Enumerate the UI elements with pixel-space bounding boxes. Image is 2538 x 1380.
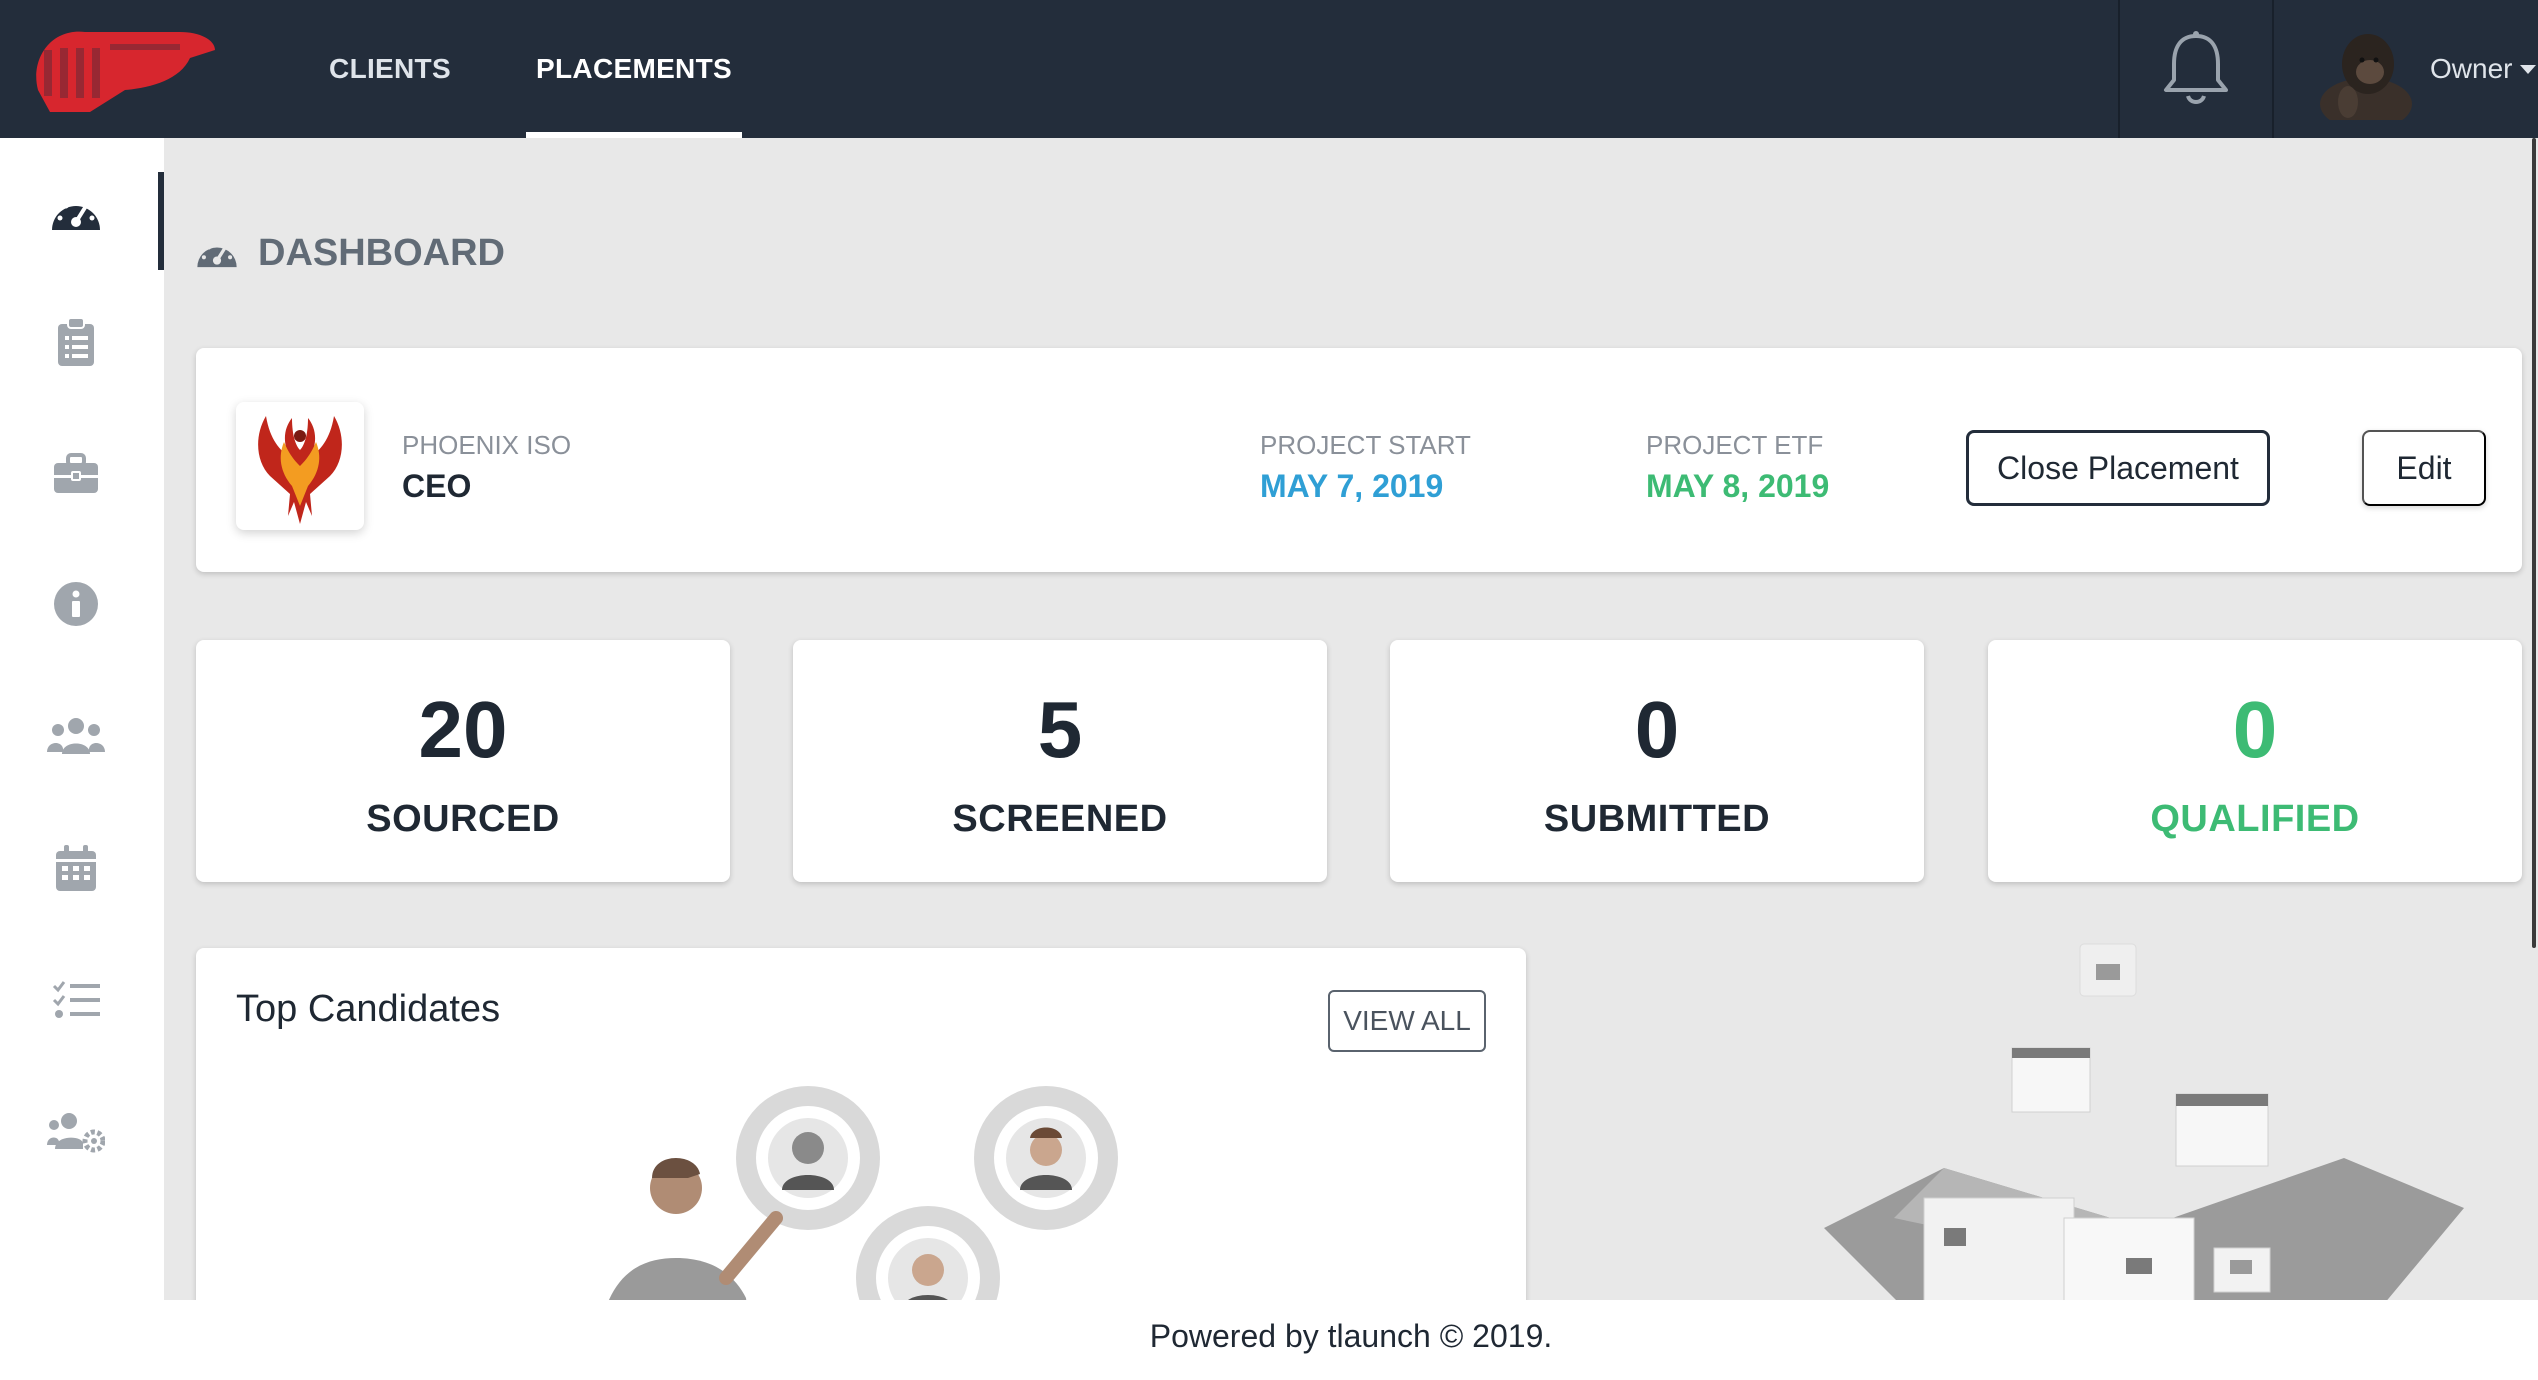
footer-text: Powered by tlaunch © 2019. (1149, 1318, 1553, 1354)
open-box-illustration (1824, 943, 2464, 1300)
dashboard-gauge-icon (197, 241, 237, 267)
top-navbar: CLIENTS PLACEMENTS Owner (0, 0, 2538, 138)
edit-button[interactable]: Edit (2362, 430, 2486, 506)
page-title: DASHBOARD (194, 232, 505, 275)
stat-label: SCREENED (952, 798, 1168, 840)
stat-value: 20 (418, 685, 508, 774)
nav-tab-clients[interactable]: CLIENTS (300, 0, 480, 138)
users-cog-icon (47, 1113, 105, 1153)
stat-value: 5 (1037, 685, 1083, 774)
brand-logo[interactable] (30, 20, 220, 120)
company-name: PHOENIX ISO (402, 430, 572, 460)
project-start-label: PROJECT START (1260, 430, 1471, 460)
stat-value: 0 (1634, 685, 1680, 774)
view-all-button[interactable]: VIEW ALL (1328, 990, 1486, 1052)
stat-card-qualified[interactable]: 0 QUALIFIED (1988, 640, 2522, 882)
close-placement-button[interactable]: Close Placement (1966, 430, 2270, 506)
chevron-down-icon[interactable] (2520, 65, 2536, 74)
sidebar-item-calendar[interactable] (44, 836, 108, 900)
sidebar (0, 138, 164, 1300)
page-title-text: DASHBOARD (258, 232, 505, 274)
nav-tab-placements[interactable]: PLACEMENTS (526, 0, 742, 138)
navbar-divider (2118, 0, 2120, 138)
top-candidates-card: Top Candidates VIEW ALL (196, 948, 1526, 1300)
stat-card-sourced[interactable]: 20 SOURCED (196, 640, 730, 882)
sidebar-item-user-settings[interactable] (44, 1100, 108, 1164)
company-logo (236, 402, 364, 530)
sidebar-item-tasks[interactable] (44, 968, 108, 1032)
dashboard-gauge-icon (52, 199, 100, 230)
placement-role: CEO (402, 468, 472, 504)
top-candidates-title: Top Candidates (236, 988, 501, 1030)
project-etf-date: MAY 8, 2019 (1646, 468, 1830, 504)
main-content: DASHBOARD PHOENIX ISO CEO PROJECT START … (164, 138, 2538, 1300)
sidebar-item-dashboard[interactable] (44, 182, 108, 246)
sidebar-item-briefcase[interactable] (44, 442, 108, 506)
stat-label: SOURCED (366, 798, 560, 840)
stat-card-screened[interactable]: 5 SCREENED (793, 640, 1327, 882)
sidebar-item-info[interactable] (44, 572, 108, 636)
candidates-illustration (608, 1086, 1118, 1300)
sidebar-item-team[interactable] (44, 704, 108, 768)
clipboard-list-icon (58, 318, 94, 366)
stat-value: 0 (2232, 685, 2278, 774)
project-start-date: MAY 7, 2019 (1260, 468, 1444, 504)
user-menu-name[interactable]: Owner (2430, 0, 2512, 138)
placement-summary-card: PHOENIX ISO CEO PROJECT START MAY 7, 201… (196, 348, 2522, 572)
briefcase-icon (54, 453, 98, 493)
checklist-icon (52, 981, 100, 1018)
users-group-icon (47, 718, 105, 754)
project-etf-label: PROJECT ETF (1646, 430, 1824, 460)
sidebar-item-clipboard[interactable] (44, 310, 108, 374)
calendar-icon (56, 845, 96, 891)
stat-label: QUALIFIED (2150, 798, 2360, 840)
stat-card-submitted[interactable]: 0 SUBMITTED (1390, 640, 1924, 882)
stat-label: SUBMITTED (1543, 798, 1771, 840)
scrollbar[interactable] (2532, 138, 2536, 948)
navbar-divider (2272, 0, 2274, 138)
info-circle-icon (54, 582, 98, 626)
phoenix-logo-icon (258, 416, 342, 524)
bell-icon[interactable] (2160, 30, 2232, 106)
avatar[interactable] (2318, 24, 2414, 120)
